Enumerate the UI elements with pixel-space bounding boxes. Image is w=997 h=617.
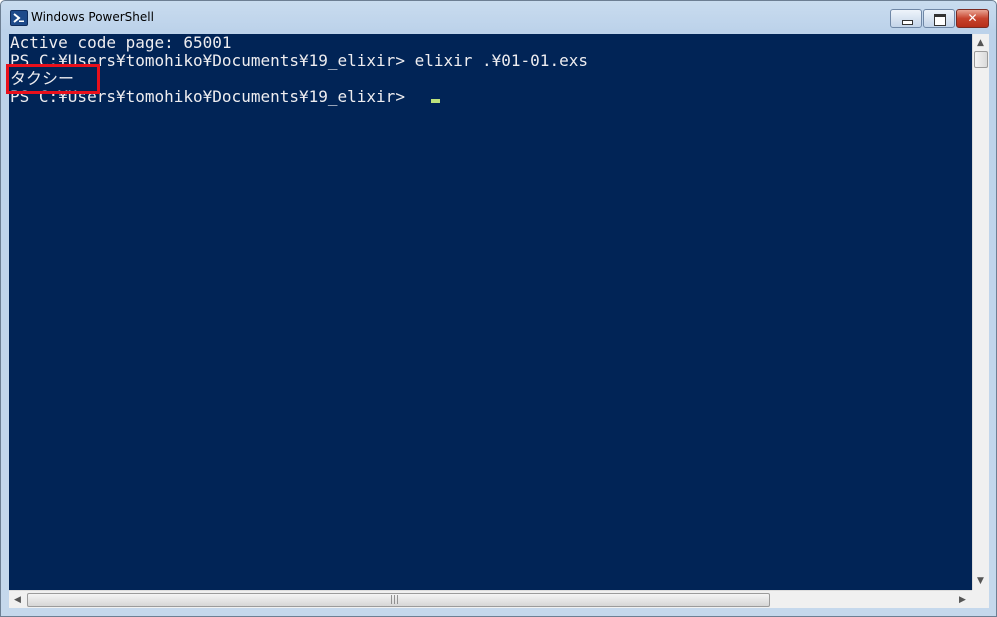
scroll-grip-icon: ||| (390, 595, 400, 605)
window-title: Windows PowerShell (31, 10, 154, 24)
scroll-right-icon[interactable]: ▶ (959, 595, 966, 605)
maximize-button[interactable] (923, 9, 955, 28)
output-highlight-box (6, 64, 100, 94)
title-bar[interactable]: Windows PowerShell ✕ (1, 1, 996, 35)
close-icon: ✕ (967, 11, 978, 25)
scroll-up-icon[interactable]: ▲ (977, 38, 984, 48)
powershell-icon[interactable] (10, 10, 28, 26)
powershell-window: Windows PowerShell ✕ Active code page: 6… (0, 0, 997, 617)
vertical-scroll-thumb[interactable] (974, 51, 988, 68)
console-output[interactable]: Active code page: 65001 PS C:¥Users¥tomo… (9, 34, 972, 590)
vertical-scrollbar[interactable]: ▲ ▼ (972, 34, 989, 590)
minimize-button[interactable] (890, 9, 922, 28)
horizontal-scrollbar[interactable]: ◀ ||| ▶ (9, 590, 972, 608)
scroll-down-icon[interactable]: ▼ (977, 576, 984, 586)
maximize-icon (934, 14, 946, 26)
minimize-icon (902, 20, 913, 25)
console-line-code-page: Active code page: 65001 (10, 34, 232, 52)
close-button[interactable]: ✕ (956, 9, 989, 28)
scrollbar-corner (972, 590, 989, 608)
horizontal-scroll-thumb[interactable]: ||| (27, 593, 770, 607)
text-cursor (431, 99, 440, 103)
scroll-left-icon[interactable]: ◀ (14, 595, 21, 605)
